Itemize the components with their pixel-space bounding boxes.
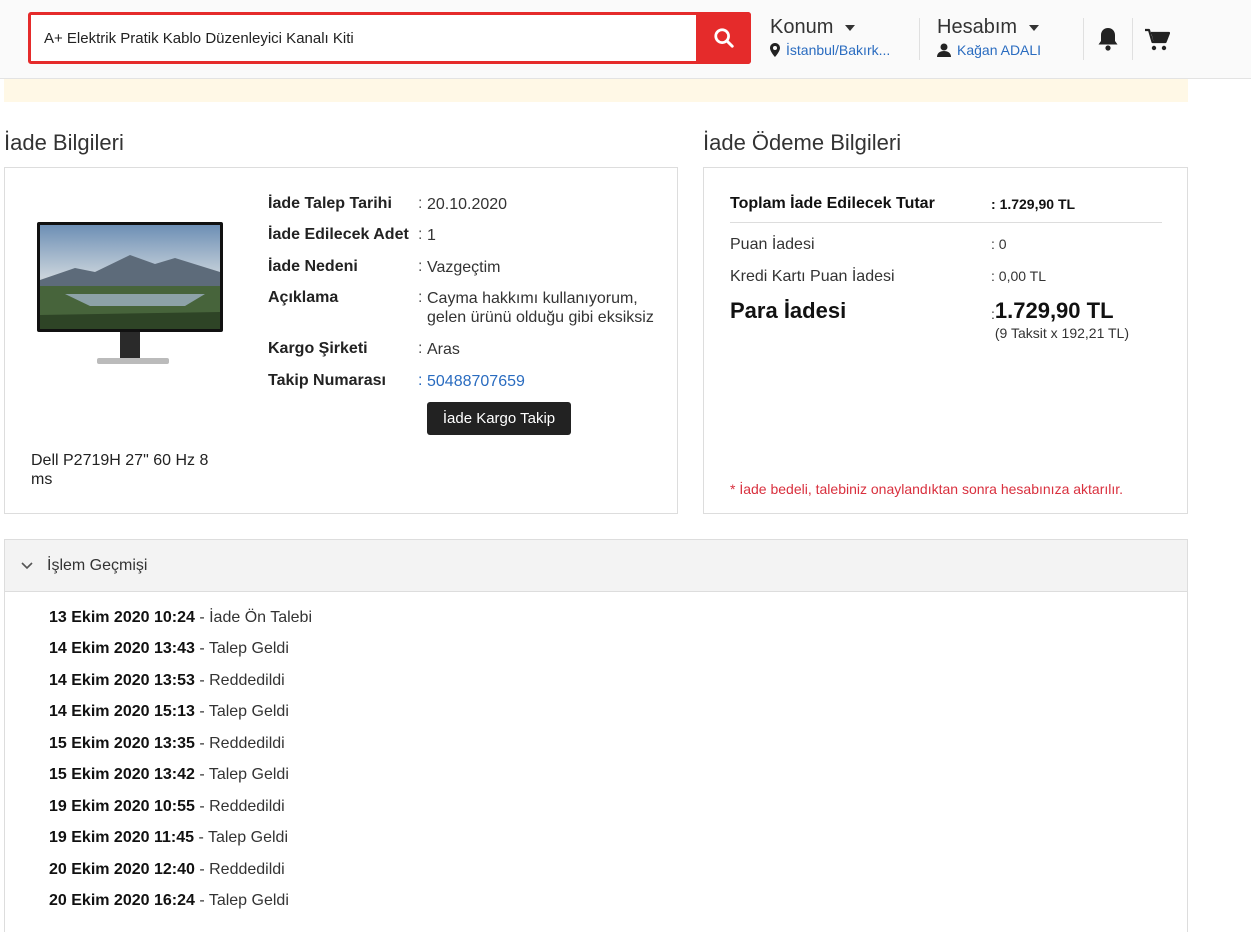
info-label: İade Edilecek Adet: [268, 226, 409, 243]
points-row: Puan İadesi : 0: [730, 236, 1007, 253]
search-box: [28, 12, 751, 64]
info-row: Açıklama : Cayma hakkımı kullanıyorum, g…: [268, 289, 667, 327]
total-label: Toplam İade Edilecek Tutar: [730, 195, 935, 212]
account-menu[interactable]: Hesabım Kağan ADALI: [937, 16, 1041, 58]
return-info-title: İade Bilgileri: [4, 130, 124, 155]
list-item: 19 Ekim 2020 11:45 - Talep Geldi: [49, 829, 288, 846]
list-item: 15 Ekim 2020 13:42 - Talep Geldi: [49, 766, 289, 783]
info-value: Vazgeçtim: [427, 259, 501, 276]
list-item: 15 Ekim 2020 13:35 - Reddedildi: [49, 735, 285, 752]
divider: [1132, 18, 1133, 60]
points-value: 0: [998, 236, 1007, 252]
product-name[interactable]: Dell P2719H 27" 60 Hz 8 ms: [31, 451, 231, 489]
info-row: İade Edilecek Adet : 1: [268, 226, 436, 244]
return-info-card: Dell P2719H 27" 60 Hz 8 ms İade Talep Ta…: [4, 167, 678, 514]
info-label: Kargo Şirketi: [268, 340, 368, 357]
cc-points-value: 0,00 TL: [998, 268, 1047, 284]
info-row: Takip Numarası : 50488707659: [268, 372, 525, 391]
info-label: Açıklama: [268, 289, 339, 306]
chevron-down-icon: [21, 561, 33, 569]
notifications-button[interactable]: [1097, 26, 1119, 57]
account-title: Hesabım: [937, 16, 1018, 38]
history-list: 13 Ekim 2020 10:24 - İade Ön Talebi 14 E…: [4, 592, 1188, 932]
total-row: Toplam İade Edilecek Tutar : 1.729,90 TL: [730, 195, 1076, 212]
info-label: İade Nedeni: [268, 258, 358, 275]
cc-points-row: Kredi Kartı Puan İadesi : 0,00 TL: [730, 268, 1047, 285]
info-value: Aras: [427, 341, 460, 358]
location-selector[interactable]: Konum İstanbul/Bakırk...: [770, 16, 890, 58]
cc-points-label: Kredi Kartı Puan İadesi: [730, 268, 895, 285]
info-value: Cayma hakkımı kullanıyorum, gelen ürünü …: [427, 290, 654, 326]
refund-row: Para İadesi : 1.729,90 TL (9 Taksit x 19…: [730, 298, 1129, 341]
payment-info-title: İade Ödeme Bilgileri: [703, 130, 902, 155]
search-icon: [713, 28, 734, 48]
divider: [1083, 18, 1084, 60]
divider: [730, 222, 1162, 223]
total-value: 1.729,90 TL: [999, 196, 1076, 212]
notice-bar: [4, 79, 1188, 102]
list-item: 14 Ekim 2020 13:53 - Reddedildi: [49, 672, 285, 689]
chevron-down-icon: [845, 24, 856, 31]
bell-icon: [1098, 28, 1118, 51]
search-button[interactable]: [696, 12, 751, 64]
list-item: 14 Ekim 2020 13:43 - Talep Geldi: [49, 640, 289, 657]
list-item: 19 Ekim 2020 10:55 - Reddedildi: [49, 798, 285, 815]
tracking-number-link[interactable]: 50488707659: [427, 372, 525, 391]
list-item: 14 Ekim 2020 15:13 - Talep Geldi: [49, 703, 289, 720]
header: Konum İstanbul/Bakırk... Hesabım Kağan A…: [0, 0, 1251, 79]
user-icon: [937, 43, 951, 57]
history-toggle[interactable]: İşlem Geçmişi: [4, 539, 1188, 592]
refund-installment: (9 Taksit x 192,21 TL): [994, 325, 1129, 341]
chevron-down-icon: [1029, 24, 1040, 31]
info-value: 20.10.2020: [427, 196, 508, 213]
list-item: 20 Ekim 2020 12:40 - Reddedildi: [49, 861, 285, 878]
refund-note: * İade bedeli, talebiniz onaylandıktan s…: [730, 481, 1124, 497]
info-value: 1: [427, 227, 436, 244]
payment-info-card: Toplam İade Edilecek Tutar : 1.729,90 TL…: [703, 167, 1188, 514]
history-title: İşlem Geçmişi: [47, 556, 148, 574]
location-value: İstanbul/Bakırk...: [786, 42, 891, 58]
product-image[interactable]: [35, 220, 230, 370]
track-shipment-button[interactable]: İade Kargo Takip: [427, 402, 571, 435]
list-item: 20 Ekim 2020 16:24 - Talep Geldi: [49, 892, 289, 909]
divider: [919, 18, 920, 60]
account-user: Kağan ADALI: [957, 42, 1042, 58]
cart-button[interactable]: [1144, 28, 1171, 57]
search-input[interactable]: [31, 15, 696, 61]
info-label: İade Talep Tarihi: [268, 195, 392, 212]
info-label: Takip Numarası: [268, 372, 386, 389]
location-title: Konum: [770, 16, 834, 38]
refund-value: 1.729,90 TL: [994, 298, 1114, 323]
refund-label: Para İadesi: [730, 298, 847, 323]
points-label: Puan İadesi: [730, 236, 815, 253]
cart-icon: [1145, 28, 1171, 51]
map-pin-icon: [770, 43, 780, 57]
info-row: Kargo Şirketi : Aras: [268, 340, 460, 358]
info-row: İade Talep Tarihi : 20.10.2020: [268, 195, 508, 213]
info-row: İade Nedeni : Vazgeçtim: [268, 258, 501, 276]
list-item: 13 Ekim 2020 10:24 - İade Ön Talebi: [49, 609, 312, 626]
